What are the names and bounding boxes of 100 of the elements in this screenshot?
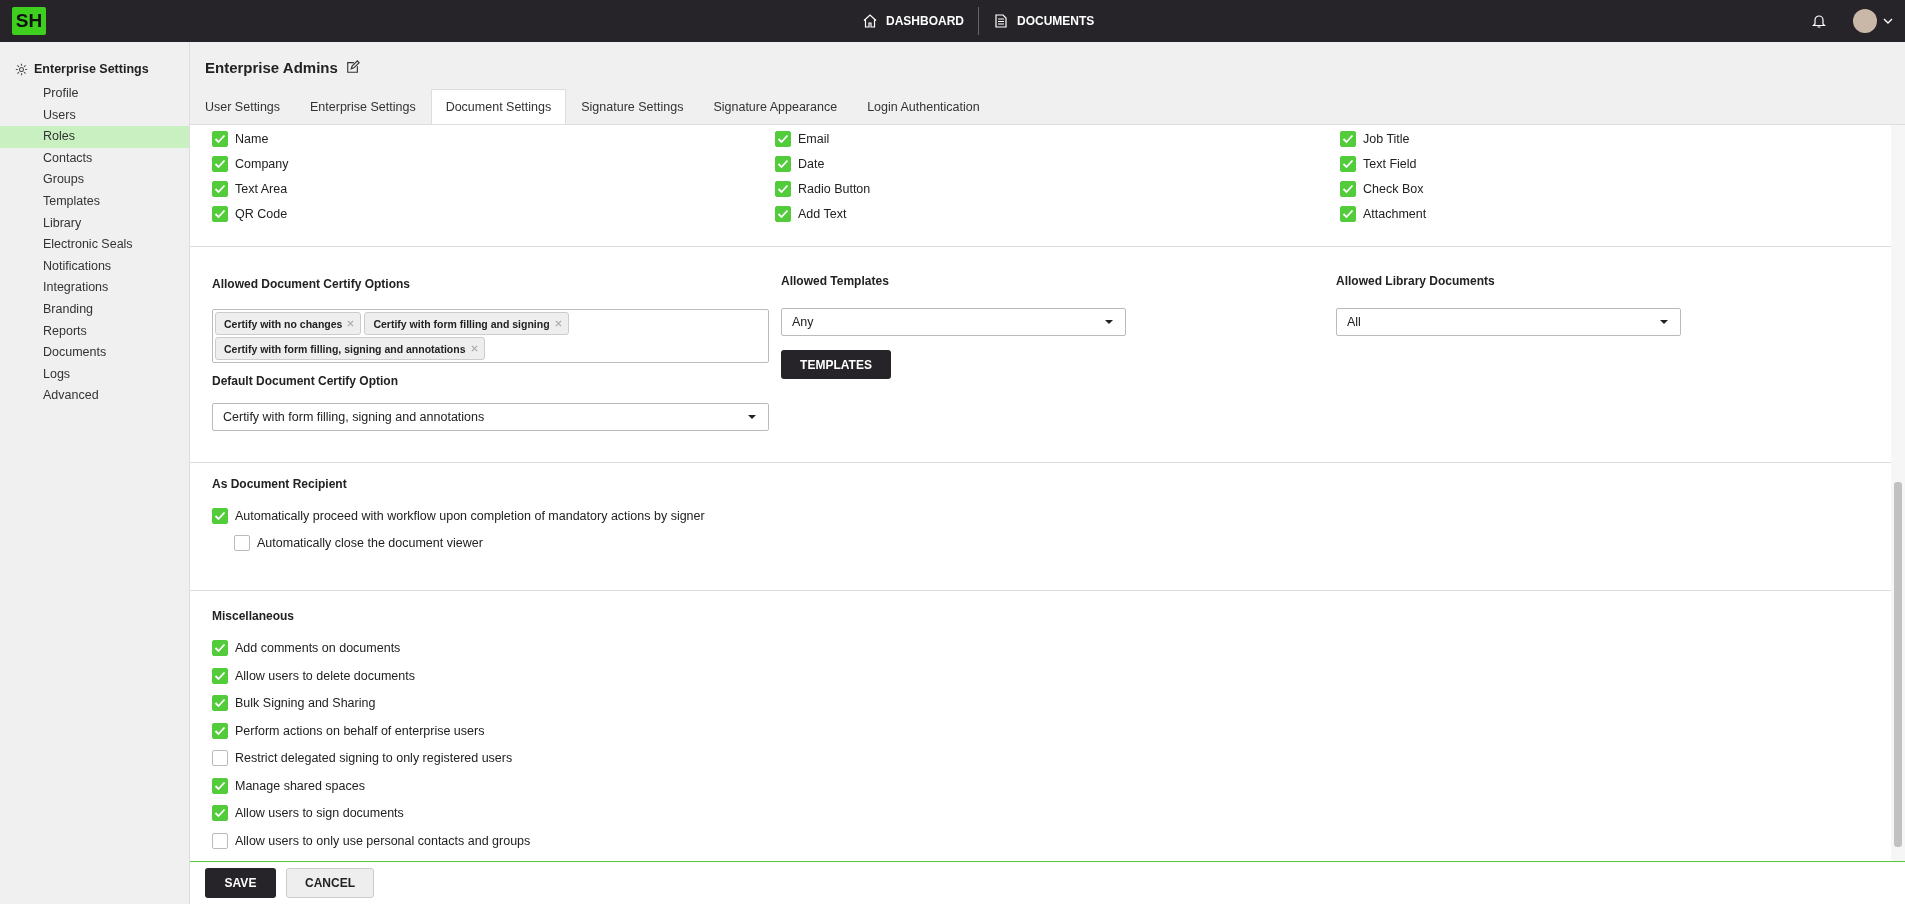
sidebar-item[interactable]: Roles — [0, 126, 189, 148]
checkbox[interactable] — [212, 206, 228, 222]
checkbox-label: Add Text — [798, 207, 847, 221]
checkbox-label: Automatically proceed with workflow upon completion of mandatory actions by signer — [235, 509, 705, 523]
document-icon — [993, 13, 1009, 29]
dropdown[interactable]: Any — [781, 308, 1126, 336]
checkbox-label: Radio Button — [798, 182, 871, 196]
dropdown[interactable]: Certify with form filling, signing and annotations — [212, 403, 769, 431]
page-title: Enterprise Admins — [205, 58, 338, 76]
field-label: Allowed Library Documents — [1336, 273, 1496, 290]
sidebar-item[interactable]: Advanced — [0, 385, 189, 407]
remove-icon[interactable] — [347, 320, 355, 327]
sidebar-item[interactable]: Branding — [0, 298, 189, 321]
tab[interactable]: Signature Appearance — [698, 89, 853, 124]
logo[interactable]: SH — [12, 7, 46, 35]
sidebar-item[interactable]: Templates — [0, 190, 189, 213]
sidebar-item[interactable]: Logs — [0, 363, 189, 386]
sidebar-item[interactable]: Documents — [0, 342, 189, 364]
checkbox[interactable] — [1340, 181, 1356, 197]
checkbox[interactable] — [212, 832, 228, 849]
checkbox-label: Allow users to sign documents — [235, 806, 404, 820]
checkbox[interactable] — [212, 156, 228, 172]
sidebar-title: Enterprise Settings — [34, 62, 149, 76]
checkbox[interactable] — [1340, 156, 1356, 172]
checkbox-label: Perform actions on behalf of enterprise users — [235, 723, 485, 738]
checkbox-label: Bulk Signing and Sharing — [235, 696, 376, 710]
sidebar-item[interactable]: Contacts — [0, 147, 189, 170]
tag-label: Certify with no changes — [224, 317, 343, 330]
avatar[interactable] — [1853, 9, 1877, 33]
sidebar-item[interactable]: Reports — [0, 320, 189, 343]
tag-label: Certify with form filling and signing — [373, 317, 550, 330]
checkbox-label: Allow users to only use personal contacts and groups — [235, 833, 531, 848]
remove-icon[interactable] — [554, 320, 562, 327]
cancel-button[interactable]: CANCEL — [286, 868, 374, 898]
field-label: Allowed Templates — [781, 273, 890, 290]
checkbox-label: Email — [798, 132, 830, 146]
checkbox[interactable] — [234, 535, 250, 551]
multi-select-field[interactable]: Certify with no changes Certify with form filling and signing Certify with form filling, signing and annotations — [212, 309, 769, 363]
checkbox-label: Allow users to delete documents — [235, 668, 415, 683]
field-label: Allowed Document Certify Options — [212, 276, 411, 293]
nav-link[interactable]: DASHBOARD — [848, 13, 978, 29]
sidebar-item[interactable]: Integrations — [0, 277, 189, 299]
checkbox-label: Attachment — [1363, 207, 1427, 221]
tab[interactable]: Document Settings — [430, 89, 567, 124]
gear-icon — [15, 62, 28, 76]
tab[interactable]: Signature Settings — [566, 89, 699, 124]
checkbox[interactable] — [775, 181, 791, 197]
checkbox[interactable] — [212, 508, 228, 524]
bell-icon[interactable] — [1811, 13, 1827, 29]
checkbox[interactable] — [212, 722, 228, 739]
checkbox[interactable] — [1340, 131, 1356, 147]
checkbox[interactable] — [1340, 206, 1356, 222]
checkbox[interactable] — [775, 156, 791, 172]
checkbox-label: Text Field — [1363, 157, 1417, 171]
tab[interactable]: Enterprise Settings — [295, 89, 431, 124]
checkbox[interactable] — [212, 131, 228, 147]
checkbox-label: Add comments on documents — [235, 641, 401, 655]
checkbox[interactable] — [212, 750, 228, 766]
checkbox-label: QR Code — [235, 207, 288, 221]
checkbox-label: Job Title — [1363, 132, 1410, 146]
caret-icon — [1660, 320, 1668, 325]
checkbox[interactable] — [212, 181, 228, 197]
checkbox[interactable] — [212, 640, 228, 656]
checkbox-label: Name — [235, 132, 269, 146]
checkbox-label: Automatically close the document viewer — [257, 536, 483, 550]
chevron-down-icon[interactable] — [1883, 17, 1893, 25]
dropdown[interactable]: All — [1336, 308, 1681, 336]
sidebar-item[interactable]: Users — [0, 104, 189, 127]
checkbox-label: Restrict delegated signing to only registered users — [235, 751, 513, 765]
checkbox-label: Date — [798, 157, 825, 171]
section-title: Miscellaneous — [212, 609, 296, 623]
checkbox[interactable] — [212, 667, 228, 684]
field-label: Default Document Certify Option — [212, 373, 399, 390]
edit-icon[interactable] — [345, 60, 360, 74]
remove-icon[interactable] — [470, 345, 478, 352]
scrollbar[interactable] — [1891, 125, 1905, 861]
sidebar-item[interactable]: Electronic Seals — [0, 234, 189, 256]
checkbox-label: Company — [235, 157, 289, 171]
templates-button[interactable]: TEMPLATES — [781, 350, 891, 379]
caret-icon — [748, 415, 756, 420]
checkbox[interactable] — [212, 695, 228, 711]
caret-icon — [1105, 320, 1113, 325]
nav-link[interactable]: DOCUMENTS — [979, 13, 1109, 29]
checkbox-label: Manage shared spaces — [235, 778, 365, 793]
section-title: As Document Recipient — [212, 477, 348, 491]
sidebar-item[interactable]: Library — [0, 212, 189, 235]
tag-label: Certify with form filling, signing and annotations — [224, 342, 466, 355]
checkbox-label: Check Box — [1363, 182, 1424, 196]
sidebar-item[interactable]: Notifications — [0, 255, 189, 278]
tab[interactable]: Login Authentication — [852, 89, 995, 124]
checkbox[interactable] — [775, 206, 791, 222]
save-button[interactable]: SAVE — [205, 868, 276, 898]
sidebar-item[interactable]: Groups — [0, 169, 189, 191]
checkbox[interactable] — [775, 131, 791, 147]
checkbox-label: Text Area — [235, 182, 288, 196]
checkbox[interactable] — [212, 777, 228, 794]
tab[interactable]: User Settings — [190, 89, 296, 124]
home-icon — [862, 13, 878, 29]
checkbox[interactable] — [212, 805, 228, 821]
sidebar-item[interactable]: Profile — [0, 83, 189, 105]
